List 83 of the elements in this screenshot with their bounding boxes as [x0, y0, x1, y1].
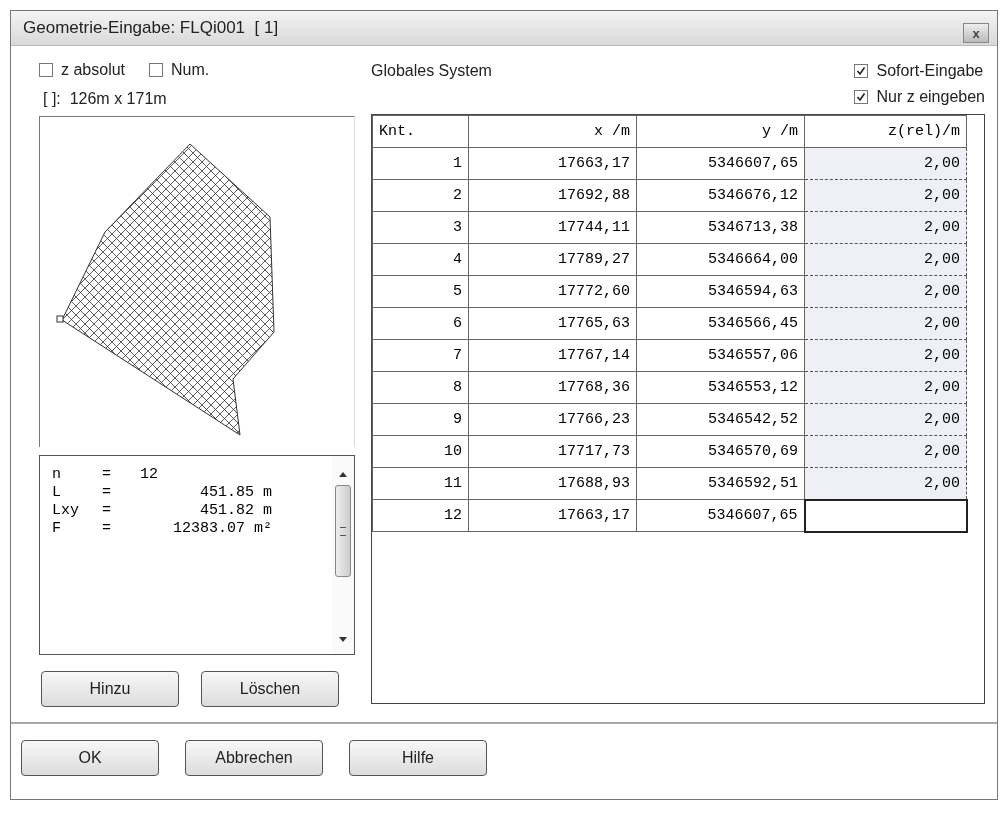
column-header: z(rel)/m — [804, 115, 967, 148]
table-cell: 10 — [372, 435, 469, 468]
table-cell: 9 — [372, 403, 469, 436]
editable-cell[interactable]: 2,00 — [804, 435, 967, 468]
table-cell: 7 — [372, 339, 469, 372]
info-label: n — [52, 466, 62, 484]
table-cell: 5346570,69 — [636, 435, 805, 468]
scroll-down-icon[interactable] — [339, 637, 347, 642]
editable-cell[interactable]: 2,00 — [804, 243, 967, 276]
editable-cell[interactable]: 2,00 — [804, 467, 967, 500]
table-cell: 17765,63 — [468, 307, 637, 340]
info-label: Lxy — [52, 502, 80, 520]
table-cell: 17692,88 — [468, 179, 637, 212]
checkbox-label: Num. — [171, 61, 210, 79]
info-value: 451.82 m — [199, 502, 272, 520]
dialog-button[interactable]: OK — [21, 740, 159, 776]
equals-sign: = — [102, 520, 112, 538]
equals-sign: = — [102, 466, 112, 484]
table-cell: 5346713,38 — [636, 211, 805, 244]
table-cell: 5346676,12 — [636, 179, 805, 212]
checkbox-label: z absolut — [61, 61, 126, 79]
checkbox[interactable] — [149, 63, 164, 77]
table-cell: 2 — [372, 179, 469, 212]
action-button[interactable]: Hinzu — [41, 671, 179, 707]
info-label: L — [52, 484, 62, 502]
table-cell: 17688,93 — [468, 467, 637, 500]
editable-cell[interactable]: 2,00 — [804, 403, 967, 436]
extent-text: [ ]: 126m x 171m — [43, 90, 168, 108]
table-cell: 1 — [372, 147, 469, 180]
editable-cell[interactable]: 2,00 — [804, 371, 967, 404]
table-cell: 4 — [372, 243, 469, 276]
column-header: x /m — [468, 115, 637, 148]
editable-cell[interactable]: 2,00 — [804, 275, 967, 308]
table-cell: 17663,17 — [468, 147, 637, 180]
editable-cell[interactable]: 2,00 — [804, 147, 967, 180]
checkbox[interactable] — [854, 64, 869, 78]
table-cell: 17663,17 — [468, 499, 637, 532]
info-label: F — [52, 520, 62, 538]
table-cell: 5346566,45 — [636, 307, 805, 340]
scroll-thumb[interactable] — [335, 485, 351, 577]
info-value: 12 — [139, 466, 159, 484]
table-cell: 6 — [372, 307, 469, 340]
table-cell: 17789,27 — [468, 243, 637, 276]
table-cell: 17767,14 — [468, 339, 637, 372]
table-cell: 17768,36 — [468, 371, 637, 404]
table-cell: 5346664,00 — [636, 243, 805, 276]
dialog-button[interactable]: Abbrechen — [185, 740, 323, 776]
table-cell: 17772,60 — [468, 275, 637, 308]
info-value: 451.85 m — [199, 484, 272, 502]
close-button[interactable]: x — [963, 23, 989, 43]
checkbox-label: Nur z eingeben — [876, 88, 985, 106]
table-cell: 5346594,63 — [636, 275, 805, 308]
table-cell: 12 — [372, 499, 469, 532]
table-cell: 5 — [372, 275, 469, 308]
system-label: Globales System — [371, 62, 492, 81]
column-header: y /m — [636, 115, 805, 148]
table-cell: 5346542,52 — [636, 403, 805, 436]
editable-cell[interactable]: 2,00 — [804, 339, 967, 372]
table-cell: 11 — [372, 467, 469, 500]
table-cell: 17717,73 — [468, 435, 637, 468]
window-title: Geometrie-Eingabe: FLQi001 [ 1] — [23, 18, 279, 38]
editable-cell[interactable]: 2,00 — [804, 211, 967, 244]
editable-cell[interactable]: 2,00 — [804, 179, 967, 212]
table-cell: 5346553,12 — [636, 371, 805, 404]
equals-sign: = — [102, 484, 112, 502]
table-cell: 5346557,06 — [636, 339, 805, 372]
table-cell: 5346592,51 — [636, 467, 805, 500]
table-cell: 3 — [372, 211, 469, 244]
table-cell: 8 — [372, 371, 469, 404]
scroll-up-icon[interactable] — [339, 472, 347, 477]
column-header: Knt. — [372, 115, 469, 148]
checkbox[interactable] — [39, 63, 53, 77]
table-cell: 17744,11 — [468, 211, 637, 244]
dialog-button[interactable]: Hilfe — [349, 740, 487, 776]
table-cell: 5346607,65 — [636, 147, 805, 180]
equals-sign: = — [102, 502, 112, 520]
checkbox[interactable] — [854, 90, 869, 104]
checkbox-label: Sofort-Eingabe — [876, 62, 984, 80]
editable-cell[interactable] — [804, 499, 967, 532]
editable-cell[interactable]: 2,00 — [804, 307, 967, 340]
table-cell: 17766,23 — [468, 403, 637, 436]
info-value: 12383.07 m² — [171, 520, 272, 538]
action-button[interactable]: Löschen — [201, 671, 339, 707]
